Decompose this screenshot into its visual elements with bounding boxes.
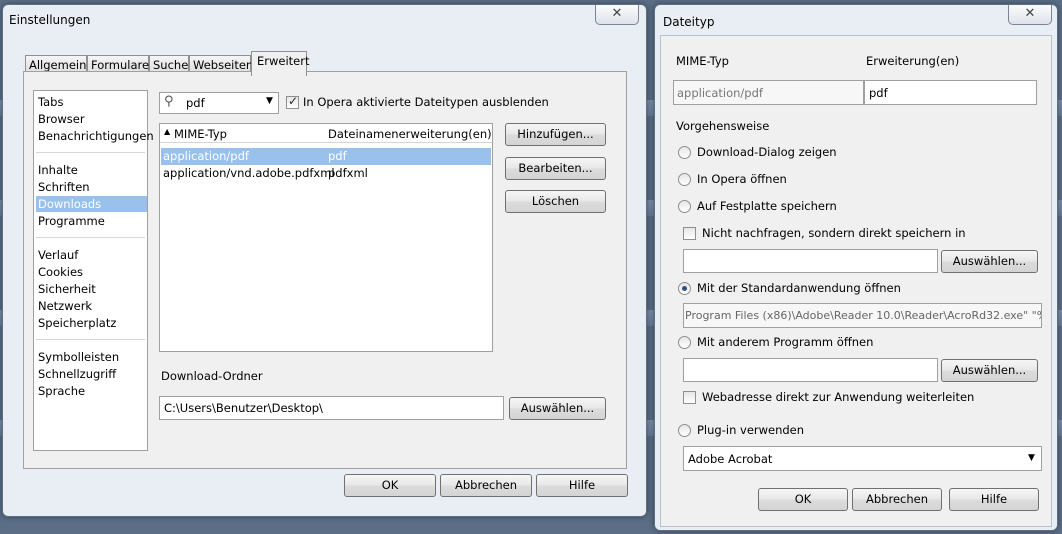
category-list: Tabs Browser Benachrichtigungen Inhalte … (33, 90, 154, 451)
table-header: ▲ MIME-Typ Dateinamenerweiterung(en) (160, 124, 492, 143)
search-icon: ⚲ (164, 94, 174, 109)
edit-button[interactable]: Bearbeiten... (505, 157, 606, 180)
table-cell-ext: pdf (328, 149, 347, 163)
action-label: Vorgehensweise (676, 119, 770, 133)
sidebar-item-verlauf[interactable]: Verlauf (38, 248, 78, 262)
other-program-field[interactable] (683, 358, 938, 382)
sidebar-item-netzwerk[interactable]: Netzwerk (38, 299, 92, 313)
download-dialog-radio[interactable] (678, 146, 691, 159)
sidebar-item-tabs[interactable]: Tabs (38, 95, 63, 109)
plugin-select[interactable]: Adobe Acrobat ▼ (683, 446, 1042, 471)
table-cell-ext: pdfxml (328, 166, 368, 180)
filetype-search-combobox[interactable]: ⚲ pdf ▼ (159, 92, 279, 114)
column-header-extension[interactable]: Dateinamenerweiterung(en) (328, 127, 492, 141)
cancel-button[interactable]: Abbrechen (440, 474, 532, 497)
sidebar-item-inhalte[interactable]: Inhalte (38, 163, 78, 177)
plugin-select-value: Adobe Acrobat (688, 452, 773, 466)
add-button[interactable]: Hinzufügen... (505, 123, 606, 146)
open-in-opera-radio[interactable] (678, 173, 691, 186)
sidebar-item-sprache[interactable]: Sprache (38, 384, 85, 398)
filetype-title: Dateityp (663, 15, 715, 29)
default-app-path-value: Program Files (x86)\Adobe\Reader 10.0\Re… (685, 309, 1042, 322)
help-button[interactable]: Hilfe (949, 488, 1039, 511)
settings-close-button[interactable]: ✕ (595, 5, 639, 25)
separator (36, 339, 145, 340)
default-app-label: Mit der Standardanwendung öffnen (697, 281, 901, 295)
separator (36, 152, 145, 153)
plugin-radio[interactable] (678, 424, 691, 437)
sidebar-item-schriften[interactable]: Schriften (38, 180, 90, 194)
download-folder-field[interactable]: C:\Users\Benutzer\Desktop\ (159, 396, 504, 420)
close-icon: ✕ (1024, 6, 1036, 21)
no-ask-label: Nicht nachfragen, sondern direkt speiche… (702, 226, 966, 240)
settings-title: Einstellungen (9, 13, 91, 27)
mime-type-field: application/pdf (673, 80, 864, 105)
plugin-label: Plug-in verwenden (697, 423, 805, 437)
sidebar-item-downloads[interactable]: Downloads (36, 196, 147, 212)
separator (36, 237, 145, 238)
sidebar-item-speicherplatz[interactable]: Speicherplatz (38, 316, 116, 330)
sidebar-item-browser[interactable]: Browser (38, 112, 85, 126)
choose-save-path-button[interactable]: Auswählen... (941, 250, 1038, 273)
extension-label: Erweiterung(en) (866, 54, 960, 68)
sidebar-item-schnellzugriff[interactable]: Schnellzugriff (38, 367, 116, 381)
ok-button[interactable]: OK (758, 488, 848, 511)
hide-enabled-types-label: In Opera aktivierte Dateitypen ausblende… (303, 95, 549, 109)
choose-folder-button[interactable]: Auswählen... (509, 397, 606, 420)
sidebar-item-benachrichtigungen[interactable]: Benachrichtigungen (38, 129, 154, 143)
table-row[interactable]: application/vnd.adobe.pdfxml pdfxml (161, 165, 491, 182)
download-folder-value: C:\Users\Benutzer\Desktop\ (164, 401, 323, 415)
other-program-label: Mit anderem Programm öffnen (697, 335, 874, 349)
save-to-disk-label: Auf Festplatte speichern (697, 199, 837, 213)
sort-up-icon: ▲ (164, 127, 171, 136)
table-cell-mime: application/vnd.adobe.pdfxml (163, 166, 335, 180)
sidebar-item-symbolleisten[interactable]: Symbolleisten (38, 350, 119, 364)
pass-url-label: Webadresse direkt zur Anwendung weiterle… (702, 390, 975, 404)
sidebar-item-cookies[interactable]: Cookies (38, 265, 83, 279)
ok-button[interactable]: OK (344, 474, 436, 497)
default-app-radio[interactable] (678, 282, 691, 295)
help-button[interactable]: Hilfe (536, 474, 628, 497)
close-icon: ✕ (611, 6, 623, 21)
table-cell-mime: application/pdf (163, 149, 249, 163)
mime-type-value: application/pdf (677, 86, 763, 100)
pass-url-checkbox[interactable] (683, 391, 696, 404)
no-ask-checkbox[interactable] (683, 227, 696, 240)
cancel-button[interactable]: Abbrechen (852, 488, 942, 511)
filetype-close-button[interactable]: ✕ (1008, 5, 1052, 25)
download-dialog-label: Download-Dialog zeigen (697, 145, 837, 159)
sidebar-item-sicherheit[interactable]: Sicherheit (38, 282, 96, 296)
search-input[interactable]: pdf (186, 96, 205, 110)
delete-button[interactable]: Löschen (505, 190, 606, 213)
filetype-dialog: Dateityp ✕ MIME-Typ Erweiterung(en) appl… (654, 4, 1058, 531)
mime-type-label: MIME-Typ (676, 54, 729, 68)
open-in-opera-label: In Opera öffnen (697, 172, 787, 186)
sidebar-item-programme[interactable]: Programme (38, 214, 105, 228)
filetype-table: ▲ MIME-Typ Dateinamenerweiterung(en) app… (159, 123, 493, 352)
table-row[interactable]: application/pdf pdf (161, 148, 491, 165)
download-folder-label: Download-Ordner (161, 369, 263, 383)
extension-value: pdf (869, 86, 888, 100)
choose-program-button[interactable]: Auswählen... (941, 359, 1038, 382)
settings-dialog: Einstellungen ✕ Allgemein Formulare Such… (2, 4, 647, 517)
save-to-disk-radio[interactable] (678, 200, 691, 213)
default-app-path-field: Program Files (x86)\Adobe\Reader 10.0\Re… (683, 303, 1042, 328)
chevron-down-icon[interactable]: ▼ (1028, 453, 1035, 463)
hide-enabled-types-checkbox[interactable] (286, 94, 299, 109)
extension-field[interactable]: pdf (864, 80, 1037, 105)
other-program-radio[interactable] (678, 336, 691, 349)
save-path-field[interactable] (683, 249, 938, 273)
column-header-mime[interactable]: MIME-Typ (174, 127, 227, 141)
tab-erweitert[interactable]: Erweitert (251, 51, 310, 76)
chevron-down-icon[interactable]: ▼ (266, 96, 273, 106)
